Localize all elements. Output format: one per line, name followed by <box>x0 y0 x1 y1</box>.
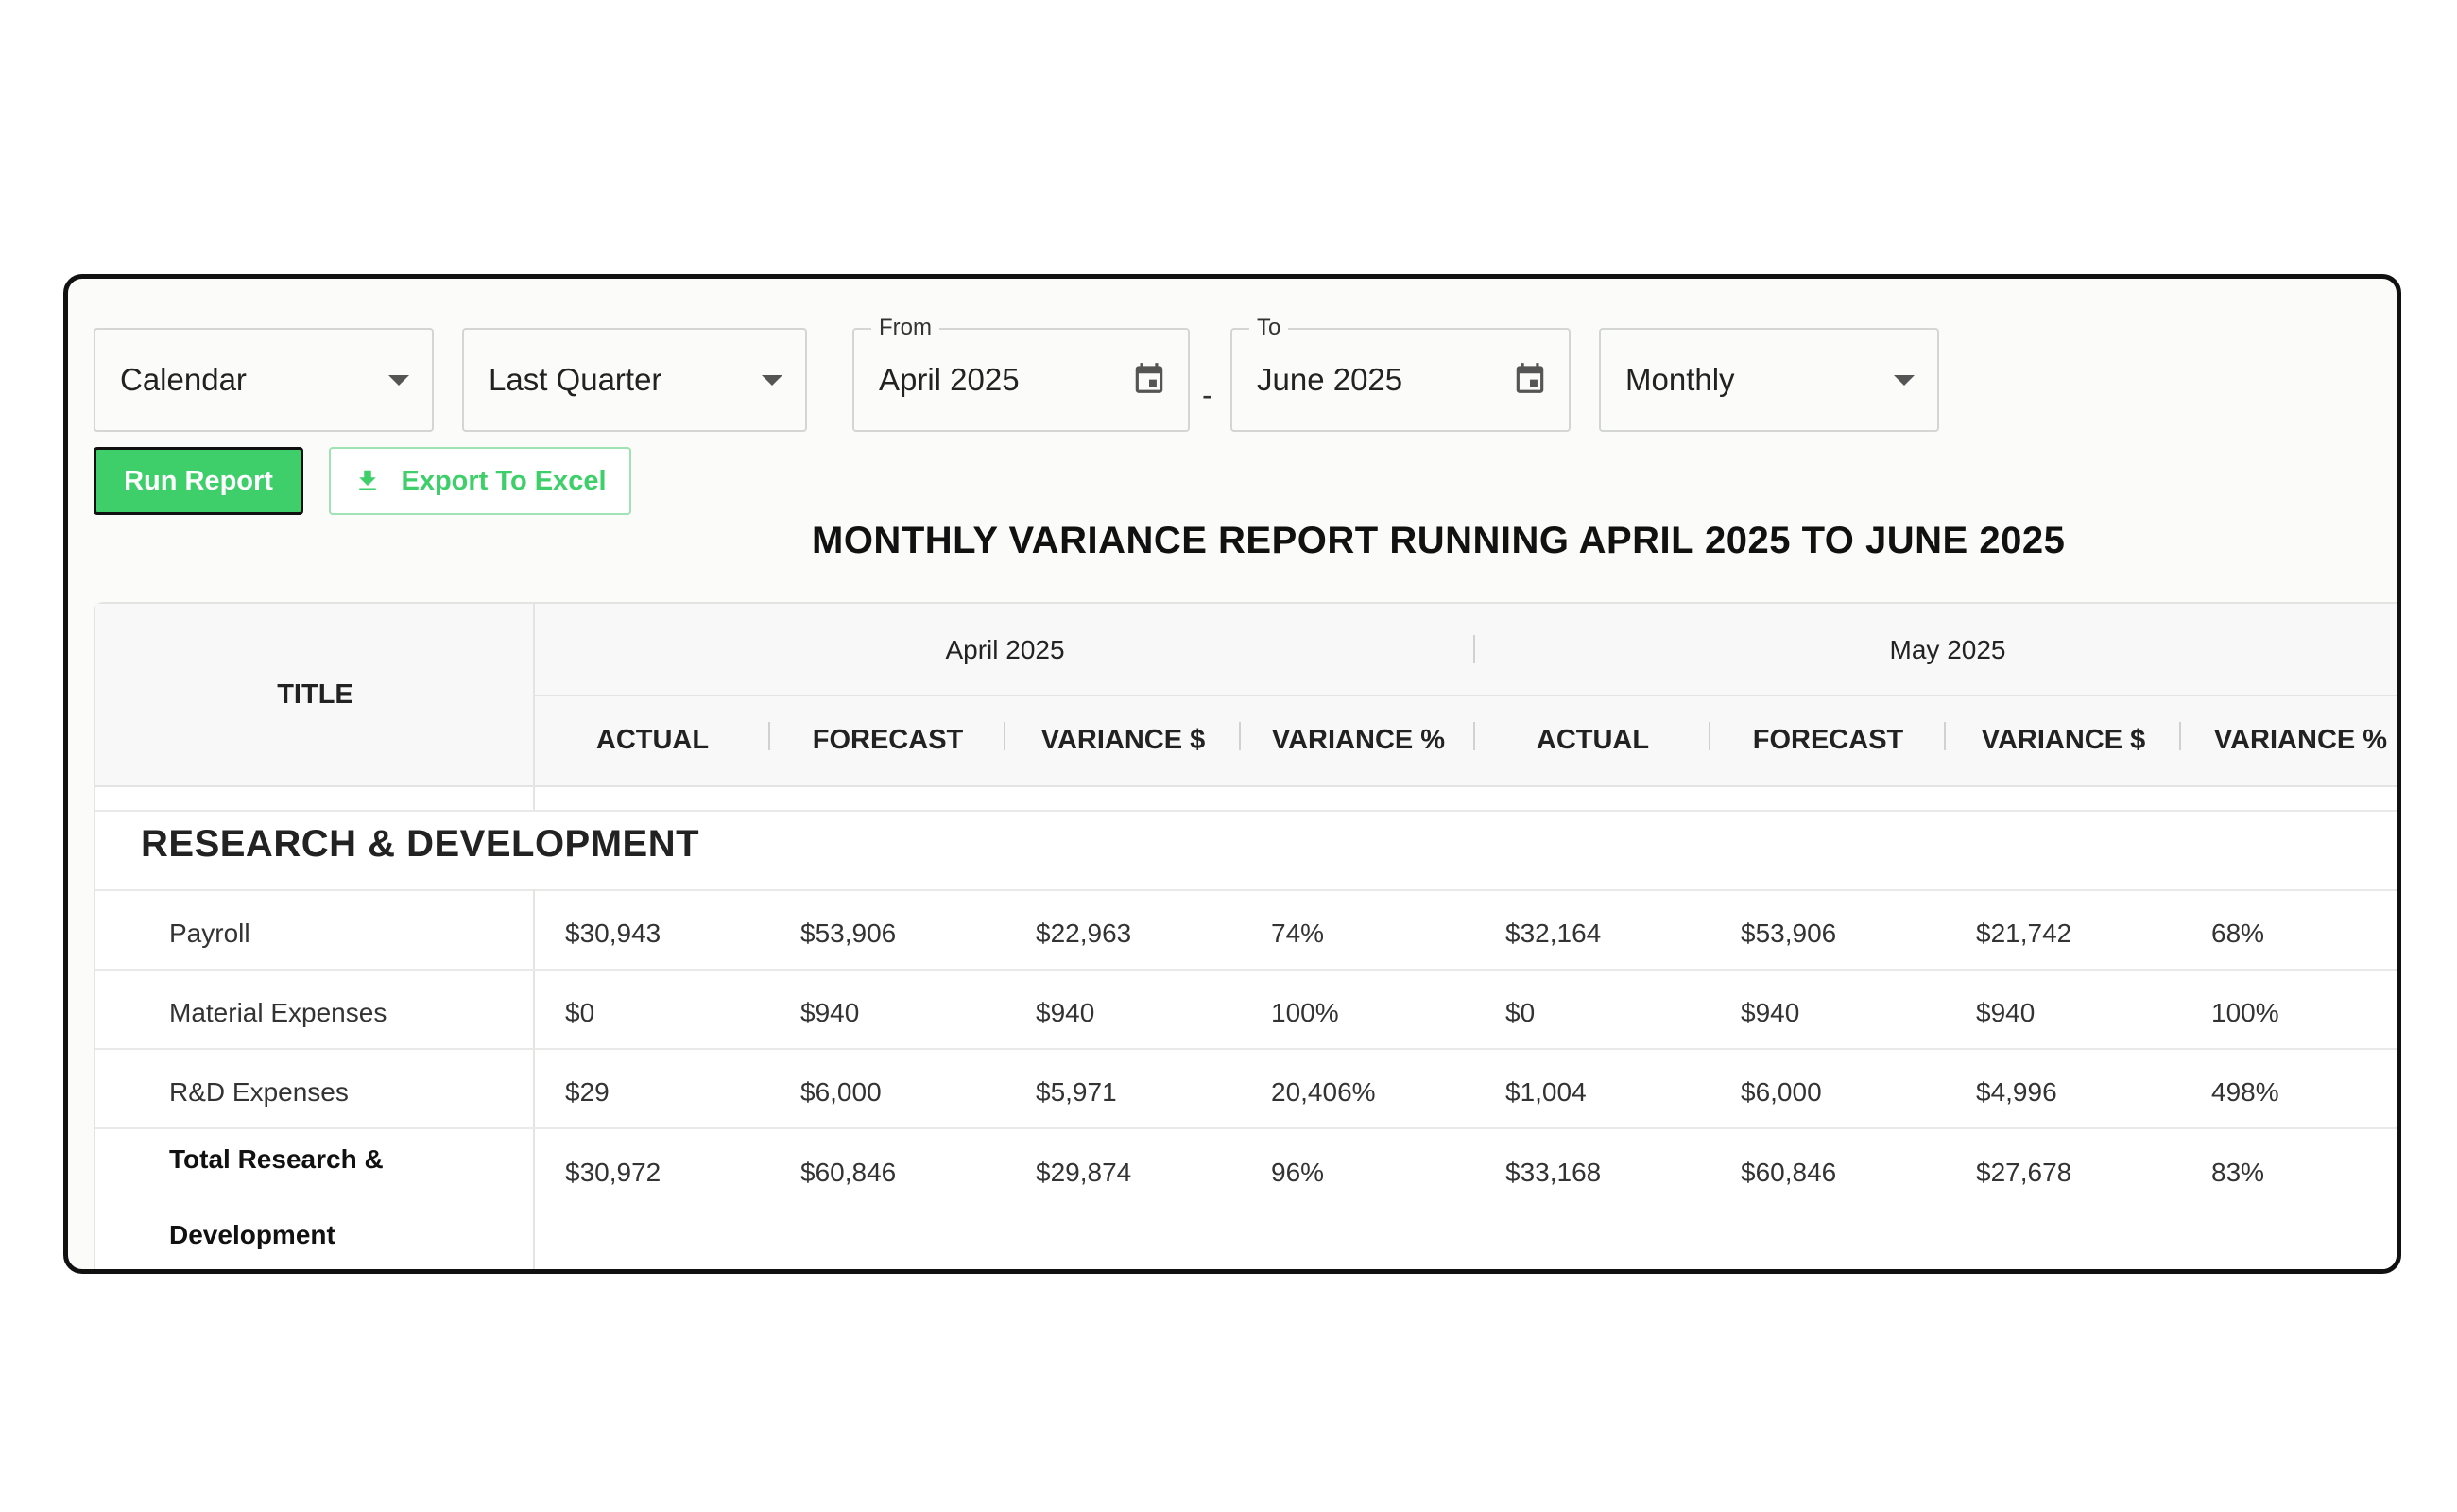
row-label: Material Expenses <box>169 998 387 1027</box>
cell-value: $53,906 <box>800 919 897 948</box>
cell-value: $4,996 <box>1976 1077 2057 1107</box>
export-to-excel-button[interactable]: Export To Excel <box>329 447 631 515</box>
cell-value: $5,971 <box>1036 1077 1117 1107</box>
export-to-excel-label: Export To Excel <box>401 465 607 496</box>
chevron-down-icon <box>1894 375 1915 386</box>
cell-value: $0 <box>565 998 595 1027</box>
cell-value: $940 <box>1976 998 2036 1027</box>
col-header-variance-percent[interactable]: VARIANCE % <box>1241 725 1476 756</box>
row-label-total: Total Research & Development <box>169 1144 384 1249</box>
col-header-variance-dollar[interactable]: VARIANCE $ <box>1005 725 1241 756</box>
col-header-forecast[interactable]: FORECAST <box>1710 725 1946 756</box>
calendar-select[interactable]: Calendar <box>94 328 434 432</box>
cell-value: 83% <box>2211 1158 2265 1187</box>
cell-value: 498% <box>2211 1077 2279 1107</box>
cell-value: $60,846 <box>800 1158 897 1187</box>
header-divider <box>535 695 2397 696</box>
chevron-down-icon <box>388 375 409 386</box>
table-header: TITLE April 2025 May 2025 ACTUAL FORECAS… <box>95 604 2397 787</box>
cell-value: $30,972 <box>565 1158 662 1187</box>
cell-value: 20,406% <box>1271 1077 1376 1107</box>
cell-value: $53,906 <box>1741 919 1837 948</box>
variance-table: TITLE April 2025 May 2025 ACTUAL FORECAS… <box>94 602 2397 1269</box>
from-date-field[interactable]: From April 2025 <box>852 315 1190 432</box>
date-range-separator: - <box>1202 377 1212 412</box>
cell-value: $29,874 <box>1036 1158 1132 1187</box>
col-header-actual[interactable]: ACTUAL <box>535 725 770 756</box>
cell-value: $940 <box>800 998 860 1027</box>
column-divider <box>533 787 535 812</box>
period-select-value: Last Quarter <box>489 362 662 397</box>
row-divider <box>95 969 2397 971</box>
section-heading: RESEARCH & DEVELOPMENT <box>141 823 700 865</box>
cell-value: $940 <box>1036 998 1095 1027</box>
cell-value: $60,846 <box>1741 1158 1837 1187</box>
col-header-actual[interactable]: ACTUAL <box>1475 725 1710 756</box>
report-title: MONTHLY VARIANCE REPORT RUNNING APRIL 20… <box>812 520 2066 561</box>
cell-value: $33,168 <box>1505 1158 1602 1187</box>
cell-value: 100% <box>1271 998 1339 1027</box>
calendar-icon[interactable] <box>1131 358 1167 398</box>
from-date-value: April 2025 <box>879 362 1020 397</box>
cell-value: $27,678 <box>1976 1158 2072 1187</box>
cell-value: $29 <box>565 1077 610 1107</box>
row-label: R&D Expenses <box>169 1077 349 1107</box>
run-report-button[interactable]: Run Report <box>94 447 303 515</box>
calendar-select-value: Calendar <box>120 362 247 397</box>
cell-value: 96% <box>1271 1158 1325 1187</box>
report-panel: Calendar Last Quarter From April 2025 - … <box>63 274 2401 1274</box>
cell-value: $940 <box>1741 998 1800 1027</box>
col-header-variance-percent[interactable]: VARIANCE % <box>2181 725 2397 756</box>
download-icon <box>359 470 377 490</box>
from-date-label: From <box>871 315 939 341</box>
calendar-icon[interactable] <box>1512 358 1548 398</box>
cell-value: $1,004 <box>1505 1077 1587 1107</box>
cell-value: $6,000 <box>1741 1077 1822 1107</box>
title-column-header: TITLE <box>277 679 353 710</box>
col-header-variance-dollar[interactable]: VARIANCE $ <box>1946 725 2181 756</box>
chevron-down-icon <box>762 375 782 386</box>
row-divider <box>95 1048 2397 1050</box>
month-header-may: May 2025 <box>1889 635 2006 664</box>
period-select[interactable]: Last Quarter <box>462 328 807 432</box>
cell-value: $30,943 <box>565 919 662 948</box>
cell-value: $32,164 <box>1505 919 1602 948</box>
cell-value: $0 <box>1505 998 1536 1027</box>
to-date-label: To <box>1249 315 1289 341</box>
cell-value: $6,000 <box>800 1077 882 1107</box>
cell-value: $22,963 <box>1036 919 1132 948</box>
row-divider <box>95 810 2397 812</box>
to-date-field[interactable]: To June 2025 <box>1230 315 1571 432</box>
col-header-forecast[interactable]: FORECAST <box>770 725 1005 756</box>
cell-value: $21,742 <box>1976 919 2072 948</box>
row-label: Payroll <box>169 919 250 948</box>
row-divider <box>95 889 2397 891</box>
cell-value: 74% <box>1271 919 1325 948</box>
granularity-select[interactable]: Monthly <box>1599 328 1939 432</box>
run-report-label: Run Report <box>124 465 273 496</box>
cell-value: 68% <box>2211 919 2265 948</box>
month-header-april: April 2025 <box>945 635 1065 664</box>
granularity-select-value: Monthly <box>1625 362 1735 397</box>
to-date-value: June 2025 <box>1257 362 1403 397</box>
cell-value: 100% <box>2211 998 2279 1027</box>
column-divider <box>533 889 535 1269</box>
